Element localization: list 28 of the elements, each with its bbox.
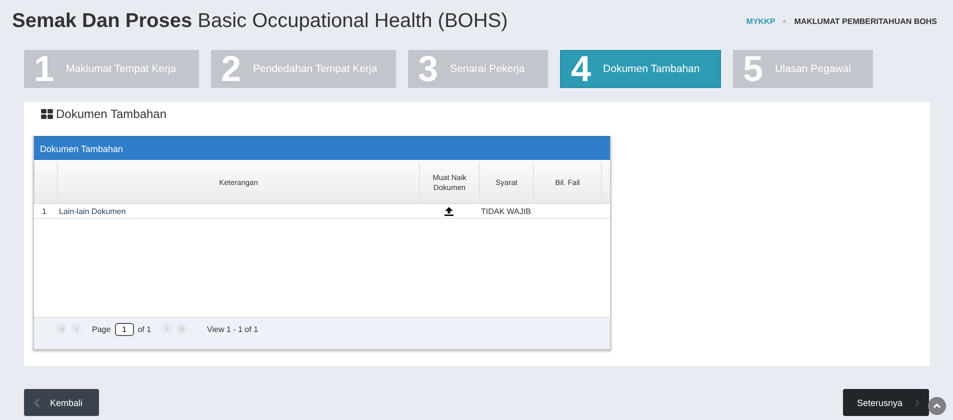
- next-button[interactable]: Seterusnya: [843, 389, 929, 416]
- breadcrumb-link[interactable]: MYKKP: [746, 16, 776, 26]
- step-tab[interactable]: 1 Maklumat Tempat Kerja: [24, 50, 199, 88]
- next-page-icon[interactable]: [161, 323, 172, 334]
- breadcrumb-current: MAKLUMAT PEMBERITAHUAN BOHS: [794, 16, 937, 26]
- step-tab[interactable]: 5 Ulasan Pegawai: [733, 50, 873, 88]
- panel-title: Dokumen Tambahan: [56, 107, 167, 121]
- table-cell-text: Lain-lain Dokumen: [58, 206, 127, 216]
- record-count: View 1 - 1 of 1: [207, 324, 258, 336]
- page-field[interactable]: 1: [114, 323, 134, 336]
- step-tab[interactable]: 2 Pendedahan Tempat Kerja: [211, 50, 396, 88]
- table-cell-text: TIDAK WAJIB: [480, 206, 532, 216]
- step-tab[interactable]: 4 Dokumen Tambahan: [560, 50, 721, 88]
- scroll-top-icon[interactable]: [928, 397, 946, 415]
- first-page-icon[interactable]: [56, 323, 67, 334]
- back-button[interactable]: Kembali: [24, 389, 99, 416]
- row-number: 1: [41, 206, 48, 216]
- chevron-left-icon: [34, 398, 40, 408]
- page-count: of 1: [138, 324, 152, 336]
- step-tab[interactable]: 3 Senarai Pekerja: [408, 50, 548, 88]
- grid-icon: [41, 109, 53, 119]
- upload-icon[interactable]: [444, 206, 454, 216]
- previous-page-icon[interactable]: [71, 323, 82, 334]
- grid-caption: Dokumen Tambahan: [34, 136, 610, 160]
- page-title: Semak Dan Proses Basic Occupational Health (BOHS): [12, 10, 508, 32]
- page-label: Page: [92, 324, 111, 336]
- last-page-icon[interactable]: [176, 323, 188, 334]
- chevron-right-icon: [914, 398, 919, 408]
